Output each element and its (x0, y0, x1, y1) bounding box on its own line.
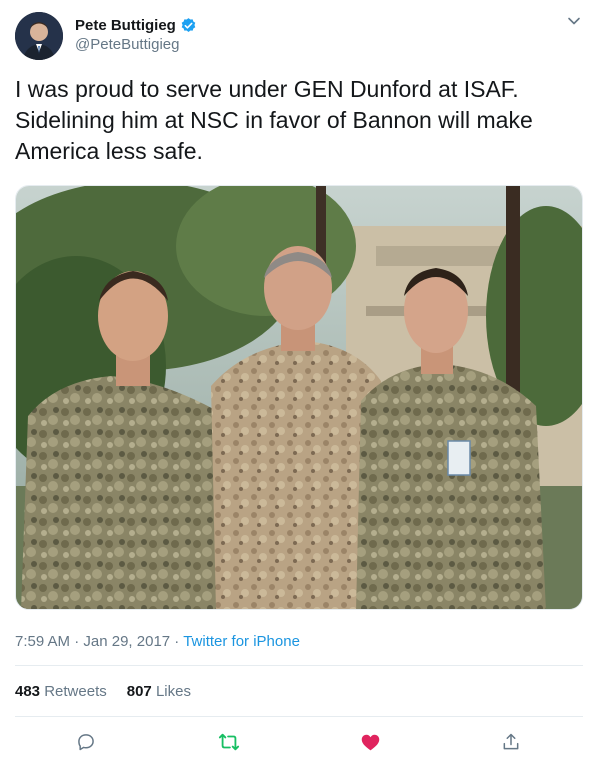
chevron-down-icon[interactable] (565, 12, 583, 30)
tweet-source[interactable]: Twitter for iPhone (183, 633, 300, 650)
divider (15, 716, 583, 717)
share-icon[interactable] (497, 728, 525, 756)
tweet-stats: 483 Retweets 807 Likes (15, 683, 191, 700)
likes-count: 807 (126, 683, 152, 700)
retweets-stat[interactable]: 483 Retweets (15, 683, 107, 700)
likes-stat[interactable]: 807 Likes (127, 683, 191, 700)
author-handle[interactable]: @PeteButtigieg (75, 35, 197, 55)
tweet-photo[interactable] (15, 185, 583, 610)
tweet-text: I was proud to serve under GEN Dunford a… (15, 76, 533, 164)
avatar[interactable] (15, 12, 63, 60)
tweet-actions (0, 728, 598, 756)
meta-separator-2: · (170, 633, 184, 650)
author-names: Pete Buttigieg @PeteButtigieg (75, 16, 197, 55)
verified-badge-icon (180, 17, 197, 34)
divider (15, 665, 583, 666)
meta-separator: · (70, 633, 84, 650)
tweet-header: Pete Buttigieg @PeteButtigieg (15, 12, 583, 60)
tweet-meta: 7:59 AM · Jan 29, 2017 · Twitter for iPh… (15, 633, 300, 650)
retweets-label: Retweets (44, 683, 107, 700)
heart-icon[interactable] (356, 728, 384, 756)
author-display-name-row[interactable]: Pete Buttigieg (75, 16, 197, 35)
retweets-count: 483 (15, 683, 41, 700)
tweet-time[interactable]: 7:59 AM (15, 633, 70, 650)
retweet-icon[interactable] (215, 728, 243, 756)
reply-icon[interactable] (72, 728, 100, 756)
likes-label: Likes (155, 683, 191, 700)
tweet-date[interactable]: Jan 29, 2017 (83, 633, 170, 650)
author-display-name[interactable]: Pete Buttigieg (75, 16, 176, 35)
